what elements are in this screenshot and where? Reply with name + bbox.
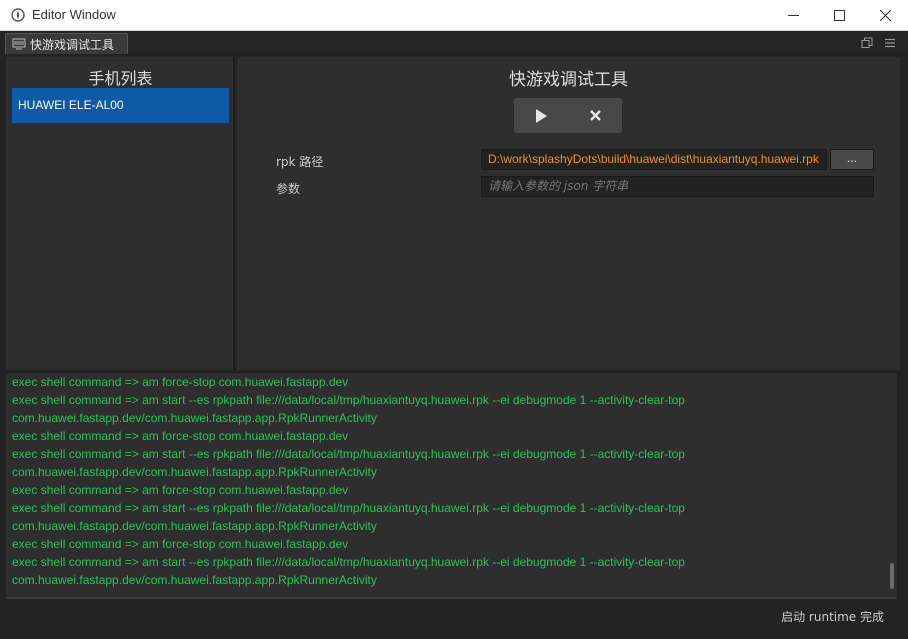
hamburger-menu-icon[interactable]	[884, 37, 896, 49]
play-icon	[536, 108, 547, 123]
log-line: exec shell command => am start --es rpkp…	[12, 393, 685, 407]
device-list-item[interactable]: HUAWEI ELE-AL00	[12, 88, 229, 123]
status-divider	[6, 597, 897, 599]
window-title: Editor Window	[32, 7, 116, 22]
device-list-panel: 手机列表 HUAWEI ELE-AL00	[6, 57, 235, 370]
debug-tool-panel: 快游戏调试工具 rpk 路径 D:\work\splashyDots\build…	[237, 57, 900, 370]
x-icon	[589, 110, 601, 121]
maximize-button[interactable]	[816, 0, 862, 31]
window-titlebar: Editor Window	[0, 0, 908, 31]
log-line: exec shell command => am force-stop com.…	[12, 375, 349, 389]
rpk-path-label: rpk 路径	[276, 155, 324, 169]
log-line: exec shell command => am force-stop com.…	[12, 537, 349, 551]
log-line: exec shell command => am start --es rpkp…	[12, 447, 685, 461]
log-line: com.huawei.fastapp.dev/com.huawei.fastap…	[12, 573, 377, 587]
tab-debug-tool[interactable]: 快游戏调试工具	[5, 33, 128, 54]
restore-window-icon[interactable]	[861, 37, 873, 49]
maximize-icon	[833, 10, 845, 21]
panel-title: 快游戏调试工具	[509, 70, 628, 90]
status-text: 启动 runtime 完成	[781, 610, 884, 624]
log-line: exec shell command => am start --es rpkp…	[12, 555, 685, 569]
dock-tab-strip: 快游戏调试工具	[0, 31, 908, 54]
monitor-icon	[12, 38, 26, 50]
tab-label: 快游戏调试工具	[30, 37, 115, 52]
browse-button[interactable]: ...	[830, 149, 874, 170]
log-line: exec shell command => am force-stop com.…	[12, 483, 349, 497]
params-input[interactable]: 请输入参数的 json 字符串	[481, 176, 874, 197]
minimize-button[interactable]	[770, 0, 816, 31]
main-area: 手机列表 HUAWEI ELE-AL00 快游戏调试工具 rpk 路径 D:\w…	[0, 54, 908, 639]
log-scrollbar[interactable]	[890, 563, 894, 589]
log-line: com.huawei.fastapp.dev/com.huawei.fastap…	[12, 465, 377, 479]
rpk-path-input[interactable]: D:\work\splashyDots\build\huawei\dist\hu…	[481, 149, 827, 170]
minimize-icon	[787, 15, 799, 16]
log-line: com.huawei.fastapp.dev/com.huawei.fastap…	[12, 519, 377, 533]
log-lines: exec shell command => am force-stop com.…	[12, 373, 882, 589]
play-button[interactable]	[514, 98, 568, 133]
log-line: exec shell command => am start --es rpkp…	[12, 501, 685, 515]
device-list-title: 手机列表	[88, 69, 153, 88]
log-line: exec shell command => am force-stop com.…	[12, 429, 349, 443]
stop-button[interactable]	[568, 98, 622, 133]
log-output-panel[interactable]: exec shell command => am force-stop com.…	[6, 372, 897, 597]
close-window-button[interactable]	[862, 0, 908, 31]
close-icon	[879, 10, 891, 21]
status-bar: 启动 runtime 完成	[0, 597, 908, 639]
run-controls	[514, 98, 622, 133]
params-label: 参数	[276, 182, 301, 196]
cocos-logo-icon	[11, 8, 25, 22]
log-line: com.huawei.fastapp.dev/com.huawei.fastap…	[12, 411, 377, 425]
